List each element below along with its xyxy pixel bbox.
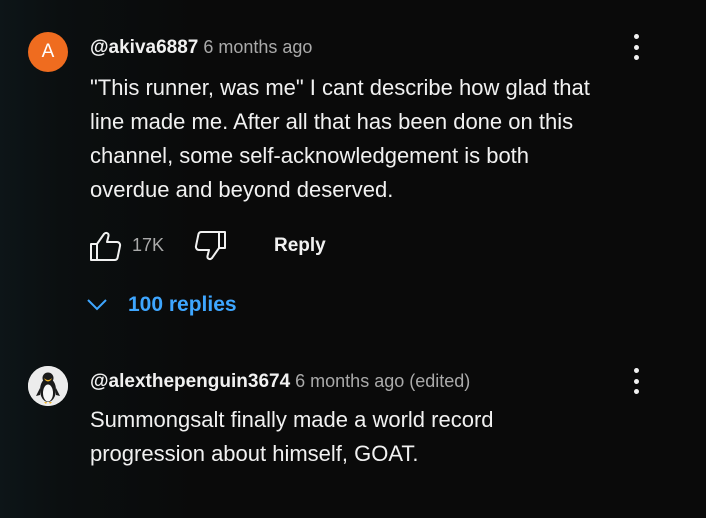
chevron-down-icon bbox=[87, 299, 107, 311]
like-count: 17K bbox=[132, 235, 165, 255]
comment-header: @alexthepenguin3674 6 months ago (edited) bbox=[90, 371, 470, 393]
comment-actions: 17K Reply bbox=[88, 228, 388, 264]
comment-text: "This runner, was me" I cant describe ho… bbox=[90, 71, 670, 207]
comment-time[interactable]: 6 months ago (edited) bbox=[295, 371, 470, 391]
comment-header: @akiva6887 6 months ago bbox=[90, 37, 312, 59]
more-options-icon[interactable] bbox=[624, 32, 648, 62]
avatar-letter: A bbox=[41, 41, 55, 62]
replies-count: 100 replies bbox=[128, 293, 237, 316]
penguin-avatar-icon bbox=[28, 366, 68, 406]
thumbs-up-icon[interactable] bbox=[88, 230, 122, 262]
comment-text-line: channel, some self-acknowledgement is bo… bbox=[90, 143, 530, 168]
view-replies-button[interactable]: 100 replies bbox=[86, 290, 237, 320]
comment-alexthepenguin3674: @alexthepenguin3674 6 months ago (edited)… bbox=[0, 340, 706, 518]
comment-text-line: progression about himself, GOAT. bbox=[90, 441, 419, 466]
comment-text-line: Summongsalt finally made a world record bbox=[90, 407, 494, 432]
reply-button[interactable]: Reply bbox=[274, 235, 326, 257]
comment-author[interactable]: @akiva6887 bbox=[90, 37, 198, 58]
comment-time[interactable]: 6 months ago bbox=[203, 37, 312, 57]
more-options-icon[interactable] bbox=[624, 366, 648, 396]
comment-akiva6887: A @akiva6887 6 months ago "This runner, w… bbox=[0, 0, 706, 340]
comment-text-line: overdue and beyond deserved. bbox=[90, 177, 394, 202]
comment-text-line: line made me. After all that has been do… bbox=[90, 109, 574, 134]
avatar[interactable] bbox=[28, 366, 68, 406]
avatar[interactable]: A bbox=[28, 32, 68, 72]
thumbs-down-icon[interactable] bbox=[194, 230, 228, 262]
comment-text: Summongsalt finally made a world record … bbox=[90, 403, 670, 471]
comment-text-line: "This runner, was me" I cant describe ho… bbox=[90, 75, 590, 100]
comment-author[interactable]: @alexthepenguin3674 bbox=[90, 371, 290, 392]
